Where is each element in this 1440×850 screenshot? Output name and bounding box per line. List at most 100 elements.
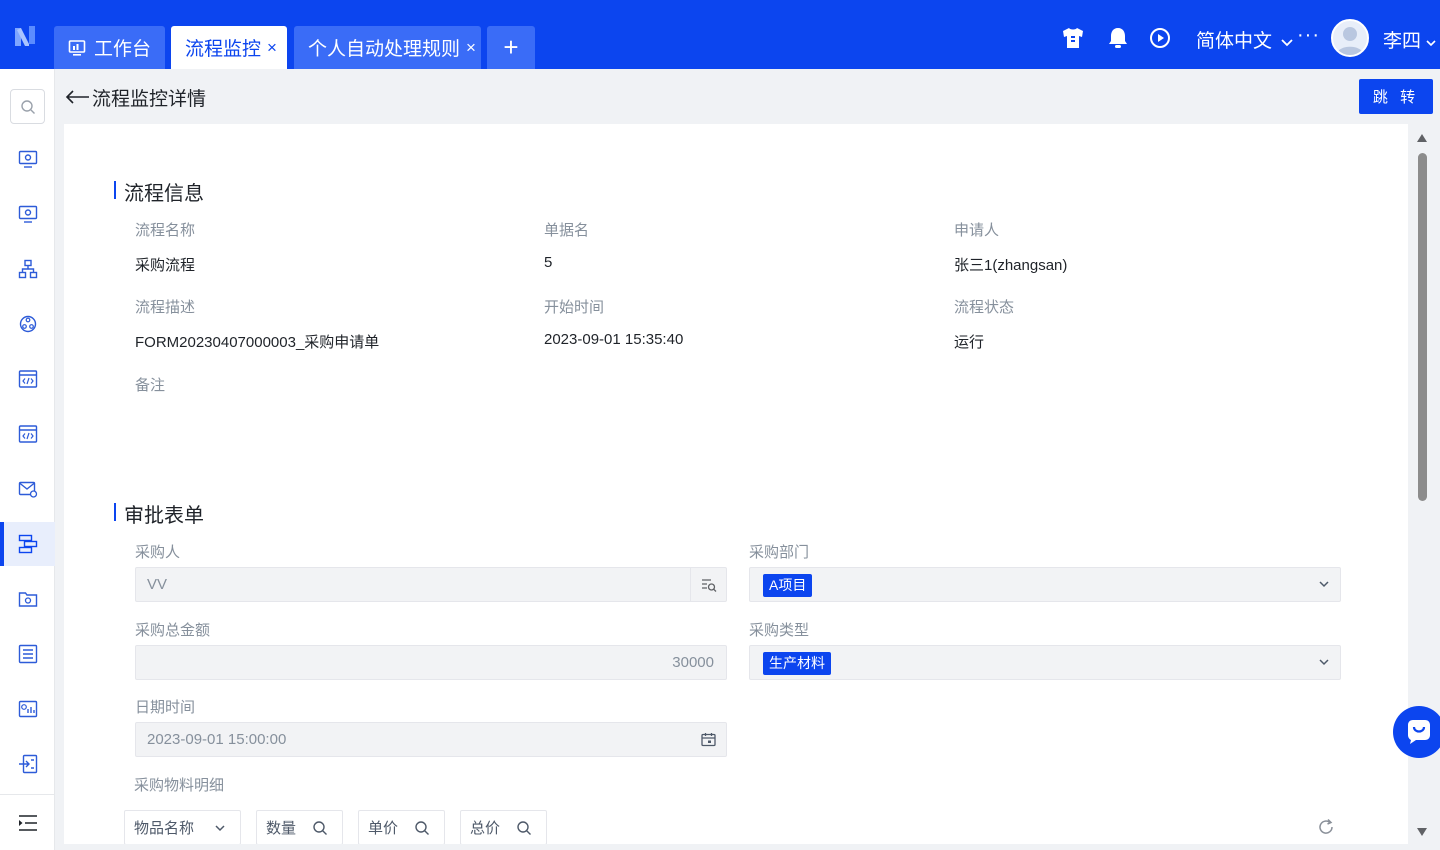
search-list-icon[interactable] <box>690 568 726 601</box>
add-tab-button[interactable]: + <box>487 26 535 69</box>
department-select[interactable]: A项目 <box>749 567 1341 602</box>
field-label: 采购总金额 <box>135 622 211 639</box>
sidebar-item-8[interactable] <box>0 522 55 566</box>
search-icon <box>415 821 429 835</box>
refresh-icon[interactable] <box>1317 818 1335 841</box>
field-label: 采购人 <box>135 544 181 561</box>
sidebar-search-button[interactable] <box>10 89 45 124</box>
field-label: 流程名称 <box>135 222 196 239</box>
purchase-type-select[interactable]: 生产材料 <box>749 645 1341 680</box>
field-value: FORM20230407000003_采购申请单 <box>135 334 380 351</box>
section-title-process-info: 流程信息 <box>114 177 204 206</box>
search-icon <box>313 821 327 835</box>
column-filter-total-price[interactable]: 总价 <box>460 810 547 844</box>
column-filter-unit-price[interactable]: 单价 <box>358 810 445 844</box>
top-bar: 工作台 流程监控 × 个人自动处理规则 × + 简体中文 ··· 李四 <box>0 0 1440 69</box>
chevron-down-icon <box>1319 659 1329 666</box>
org-chart-icon <box>18 259 37 279</box>
scroll-up-arrow[interactable] <box>1417 134 1427 142</box>
language-label: 简体中文 <box>1196 31 1273 52</box>
chevron-down-icon <box>1426 40 1436 47</box>
code-window-icon <box>18 425 37 443</box>
close-icon[interactable]: × <box>267 38 277 58</box>
field-label: 采购部门 <box>749 544 810 561</box>
sidebar-item-3[interactable] <box>0 247 55 291</box>
sidebar-item-2[interactable] <box>0 192 55 236</box>
field-label: 日期时间 <box>135 699 196 716</box>
column-header: 数量 <box>266 820 297 837</box>
datetime-field[interactable]: 2023-09-01 15:00:00 <box>135 722 727 757</box>
department-tag: A项目 <box>763 574 813 597</box>
play-circle-icon[interactable] <box>1147 25 1173 51</box>
sidebar-item-9[interactable] <box>0 577 55 621</box>
sidebar-item-10[interactable] <box>0 632 55 676</box>
field-value: 5 <box>544 254 553 271</box>
sidebar-item-7[interactable] <box>0 467 55 511</box>
more-menu-button[interactable]: ··· <box>1297 24 1320 47</box>
sidebar-item-1[interactable] <box>0 137 55 181</box>
sidebar-item-11[interactable] <box>0 687 55 731</box>
app-logo-icon[interactable] <box>12 22 38 50</box>
chevron-down-icon <box>1319 581 1329 588</box>
sidebar <box>0 69 55 850</box>
monitor-icon <box>68 39 86 57</box>
field-label: 单据名 <box>544 222 590 239</box>
bell-icon[interactable] <box>1105 25 1131 51</box>
content-card: 流程信息 流程名称 采购流程 单据名 5 申请人 张三1(zhangsan) 流… <box>64 124 1408 844</box>
tab-process-monitor[interactable]: 流程监控 × <box>171 26 287 69</box>
flow-list-icon <box>18 534 37 554</box>
search-icon <box>20 99 35 114</box>
purchaser-field[interactable]: VV <box>135 567 727 602</box>
username-label: 李四 <box>1383 31 1422 52</box>
list-settings-icon <box>18 644 37 664</box>
folder-settings-icon <box>18 592 37 607</box>
detail-section-label: 采购物料明细 <box>134 777 225 794</box>
code-window-icon <box>18 370 37 388</box>
user-menu[interactable]: 李四 <box>1383 26 1436 53</box>
scrollbar-thumb[interactable] <box>1418 153 1427 501</box>
sidebar-collapse-button[interactable] <box>0 794 55 850</box>
field-value: 运行 <box>954 334 985 351</box>
field-label: 备注 <box>135 377 166 394</box>
mail-settings-icon <box>18 481 37 498</box>
assistant-float-button[interactable] <box>1393 706 1440 758</box>
tab-label: 工作台 <box>94 39 152 60</box>
page-title: 流程监控详情 <box>92 88 207 110</box>
column-header: 单价 <box>368 820 399 837</box>
jump-button[interactable]: 跳 转 <box>1359 79 1433 114</box>
language-selector[interactable]: 简体中文 <box>1196 26 1293 53</box>
cloud-network-icon <box>19 315 36 333</box>
tab-label: 流程监控 <box>185 39 262 60</box>
tab-label: 个人自动处理规则 <box>308 39 461 60</box>
field-label: 申请人 <box>954 222 1000 239</box>
chevron-down-icon <box>1281 39 1293 47</box>
total-amount-value: 30000 <box>672 654 714 671</box>
avatar[interactable] <box>1331 19 1369 57</box>
menu-collapse-icon <box>18 814 37 831</box>
sidebar-item-4[interactable] <box>0 302 55 346</box>
datetime-value: 2023-09-01 15:00:00 <box>147 731 287 748</box>
search-icon <box>517 821 531 835</box>
calendar-icon[interactable] <box>690 723 726 756</box>
sidebar-item-12[interactable] <box>0 742 55 786</box>
sidebar-item-6[interactable] <box>0 412 55 456</box>
tab-workbench[interactable]: 工作台 <box>54 26 165 69</box>
column-header: 总价 <box>470 820 501 837</box>
back-link[interactable]: 流程监控详情 <box>64 84 206 110</box>
field-label: 流程状态 <box>954 299 1015 316</box>
column-filter-item-name[interactable]: 物品名称 <box>124 810 241 844</box>
tab-personal-auto-rules[interactable]: 个人自动处理规则 × <box>294 26 481 69</box>
plus-icon: + <box>503 32 519 62</box>
assistant-icon <box>1408 720 1430 744</box>
field-label: 采购类型 <box>749 622 810 639</box>
field-label: 流程描述 <box>135 299 196 316</box>
scroll-down-arrow[interactable] <box>1417 828 1427 836</box>
total-amount-field[interactable]: 30000 <box>135 645 727 680</box>
sidebar-item-5[interactable] <box>0 357 55 401</box>
field-value: 张三1(zhangsan) <box>954 257 1068 274</box>
close-icon[interactable]: × <box>466 38 476 58</box>
field-label: 开始时间 <box>544 299 605 316</box>
chart-settings-icon <box>18 700 37 718</box>
shirt-icon[interactable] <box>1060 25 1086 51</box>
column-filter-quantity[interactable]: 数量 <box>256 810 343 844</box>
